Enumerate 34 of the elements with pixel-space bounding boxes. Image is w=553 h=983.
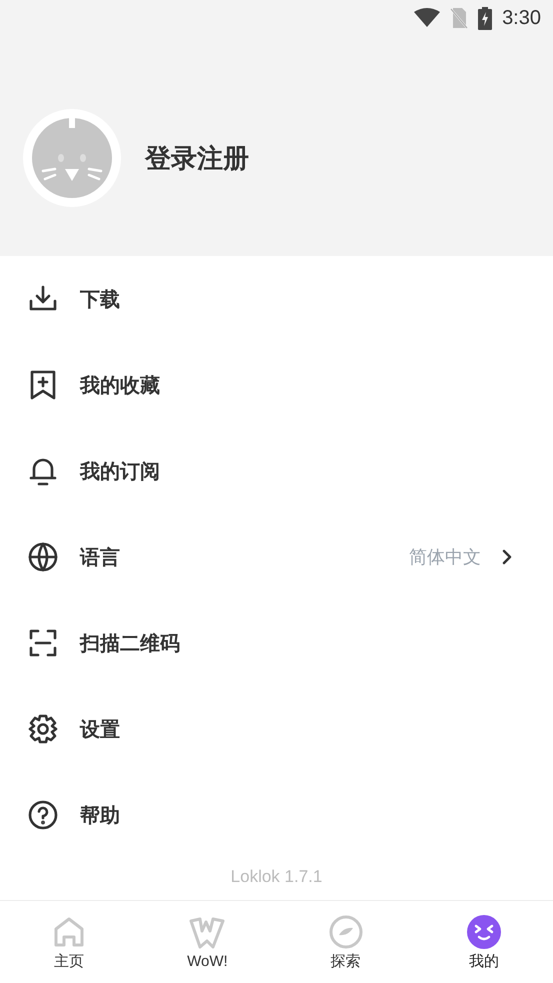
menu-label: 我的收藏 [80, 374, 161, 398]
menu-item[interactable]: 我的收藏 [0, 342, 553, 428]
nav-tab[interactable]: 探索 [276, 901, 415, 983]
menu-label: 我的订阅 [80, 460, 161, 484]
version-text: Loklok 1.7.1 [230, 867, 324, 887]
menu-item[interactable]: 下载 [0, 256, 553, 342]
menu-item[interactable]: 我的订阅 [0, 428, 553, 514]
menu-item[interactable]: 语言 简体中文 [0, 514, 553, 600]
globe-icon [27, 541, 59, 573]
menu-label: 扫描二维码 [80, 632, 181, 656]
avatar-icon[interactable] [23, 109, 121, 207]
nav-tab[interactable]: 我的 [414, 901, 553, 983]
nav-tab[interactable]: WoW! [138, 901, 276, 983]
menu-label: 语言 [80, 546, 121, 570]
w-logo-icon [189, 914, 226, 950]
scan-icon [27, 627, 59, 659]
settings-icon [27, 713, 59, 745]
login-register-link[interactable]: 登录注册 [145, 140, 249, 176]
clock-time: 3:30 [502, 6, 541, 30]
wifi-icon [414, 8, 440, 28]
menu-item[interactable]: 扫描二维码 [0, 600, 553, 686]
chevron-right-icon [501, 548, 513, 566]
smiley-icon [466, 914, 502, 950]
menu-label: 下载 [80, 288, 121, 312]
no-sim-icon [450, 7, 468, 29]
compass-icon [328, 914, 364, 950]
menu-label: 帮助 [80, 804, 121, 828]
help-icon [27, 799, 59, 831]
nav-tab[interactable]: 主页 [0, 901, 138, 983]
battery-icon [478, 6, 492, 30]
menu-label: 设置 [80, 718, 121, 742]
language-value: 简体中文 [409, 546, 481, 569]
menu-item[interactable]: 帮助 [0, 772, 553, 858]
menu-item[interactable]: 设置 [0, 686, 553, 772]
